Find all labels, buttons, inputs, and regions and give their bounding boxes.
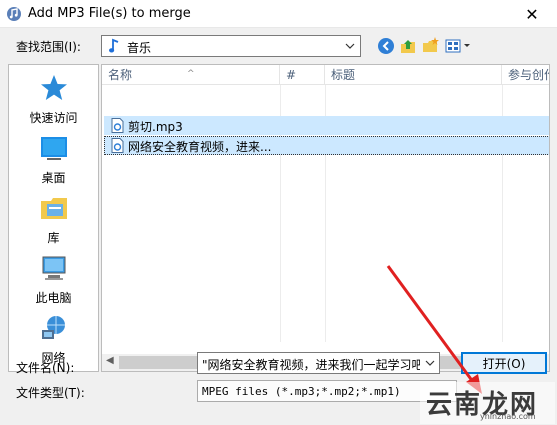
close-icon: ✕ <box>525 4 539 24</box>
chevron-down-icon <box>345 43 355 49</box>
look-in-combo[interactable]: 音乐 <box>101 35 361 57</box>
place-quick-access[interactable]: 快速访问 <box>9 73 98 133</box>
look-in-value: 音乐 <box>127 41 152 55</box>
network-icon <box>41 316 65 339</box>
file-type-select[interactable]: MPEG files (*.mp3;*.mp2;*.mp1) <box>197 380 457 402</box>
list-header: 名称 ^ # 标题 参与创作 <box>102 65 549 85</box>
title-bar: Add MP3 File(s) to merge ✕ <box>0 0 557 28</box>
scroll-left-icon[interactable]: ◀ <box>106 355 114 366</box>
file-type-value: MPEG files (*.mp3;*.mp2;*.mp1) <box>202 385 401 398</box>
place-desktop[interactable]: 桌面 <box>9 133 98 193</box>
column-header-contributing[interactable]: 参与创作 <box>502 65 549 85</box>
place-label: 库 <box>47 231 60 245</box>
desktop-icon <box>40 137 67 160</box>
audio-file-icon <box>111 138 124 153</box>
back-icon[interactable] <box>376 36 396 56</box>
audio-file-icon <box>111 118 124 133</box>
music-note-icon <box>109 38 119 53</box>
computer-icon <box>42 256 65 280</box>
file-type-label: 文件类型(T): <box>16 386 85 400</box>
place-label: 桌面 <box>41 171 66 185</box>
file-list[interactable]: 名称 ^ # 标题 参与创作 剪切.mp3 网络安全教育视频，进来... ◀ <box>101 64 550 372</box>
music-app-icon <box>7 7 21 21</box>
window-title: Add MP3 File(s) to merge <box>28 6 191 21</box>
sort-ascending-icon: ^ <box>187 69 195 79</box>
column-header-title[interactable]: 标题 <box>325 65 502 85</box>
file-name: 剪切.mp3 <box>128 120 183 134</box>
new-folder-icon[interactable] <box>421 36 441 56</box>
file-name-label: 文件名(N): <box>16 361 75 375</box>
library-icon <box>40 198 67 219</box>
view-menu-icon[interactable] <box>444 36 472 56</box>
open-button-label: 打开(O) <box>482 356 526 371</box>
place-library[interactable]: 库 <box>9 193 98 253</box>
chevron-down-icon[interactable] <box>425 357 435 369</box>
file-name: 网络安全教育视频，进来... <box>128 140 272 154</box>
file-name-value: "网络安全教育视频，进来我们一起学习吧 <box>202 358 420 372</box>
open-button[interactable]: 打开(O) <box>461 352 547 374</box>
column-header-number[interactable]: # <box>280 65 325 85</box>
watermark: 云南龙网 ynlnzhao.com <box>420 382 555 424</box>
look-in-label: 查找范围(I): <box>16 40 81 54</box>
column-header-name[interactable]: 名称 ^ <box>102 65 280 85</box>
watermark-url: ynlnzhao.com <box>480 412 536 421</box>
place-label: 此电脑 <box>35 291 72 305</box>
close-button[interactable]: ✕ <box>509 0 555 28</box>
up-folder-icon[interactable] <box>398 36 418 56</box>
place-this-pc[interactable]: 此电脑 <box>9 253 98 313</box>
file-name-field[interactable]: "网络安全教育视频，进来我们一起学习吧 <box>197 352 440 374</box>
open-file-dialog: 查找范围(I): 音乐 快速访问 桌面 库 此电脑 网络 名称 ^ # 标题 参… <box>0 28 557 425</box>
places-bar: 快速访问 桌面 库 此电脑 网络 <box>8 64 99 372</box>
place-label: 快速访问 <box>29 111 78 125</box>
list-item[interactable]: 剪切.mp3 <box>104 116 549 135</box>
list-item[interactable]: 网络安全教育视频，进来... <box>104 136 549 155</box>
star-icon <box>40 75 67 100</box>
